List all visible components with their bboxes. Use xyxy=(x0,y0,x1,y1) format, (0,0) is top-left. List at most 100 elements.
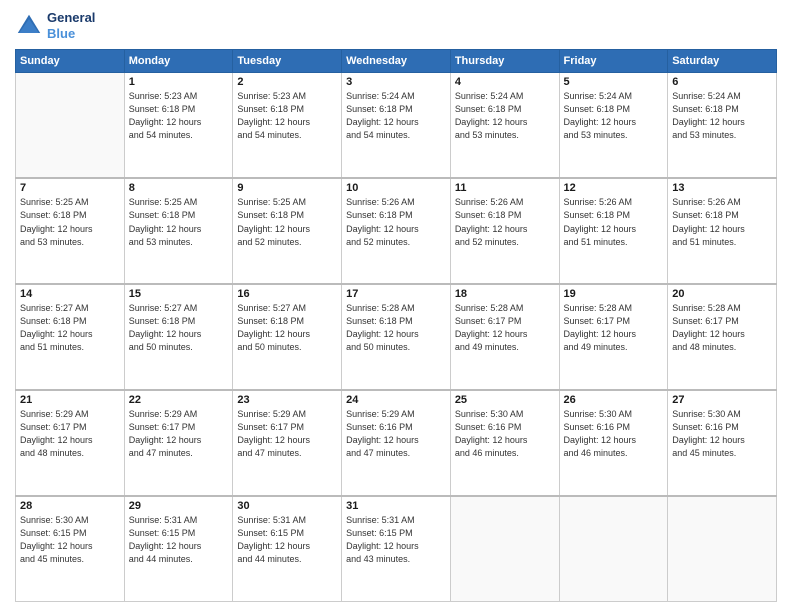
day-info: Sunrise: 5:26 AMSunset: 6:18 PMDaylight:… xyxy=(455,196,555,248)
day-info: Sunrise: 5:29 AMSunset: 6:17 PMDaylight:… xyxy=(237,408,337,460)
calendar-cell: 31Sunrise: 5:31 AMSunset: 6:15 PMDayligh… xyxy=(342,496,451,602)
calendar-cell: 19 Sunrise: 5:28 AMSunset: 6:17 PMDayligh… xyxy=(559,284,668,390)
calendar-cell xyxy=(559,496,668,602)
day-info: Sunrise: 5:27 AMSunset: 6:18 PMDaylight:… xyxy=(237,302,337,354)
day-info: Sunrise: 5:24 AMSunset: 6:18 PMDaylight:… xyxy=(564,90,664,142)
day-number: 1 xyxy=(129,76,229,88)
day-number: 15 xyxy=(129,288,229,300)
day-number: 17 xyxy=(346,288,446,300)
day-number: 2 xyxy=(237,76,337,88)
calendar-cell: 15 Sunrise: 5:27 AMSunset: 6:18 PMDayligh… xyxy=(124,284,233,390)
weekday-header-thursday: Thursday xyxy=(450,50,559,73)
day-number: 9 xyxy=(237,182,337,194)
day-number: 23 xyxy=(237,394,337,406)
calendar-cell: 9 Sunrise: 5:25 AMSunset: 6:18 PMDaylight… xyxy=(233,178,342,284)
day-info: Sunrise: 5:27 AMSunset: 6:18 PMDaylight:… xyxy=(129,302,229,354)
calendar-cell: 8 Sunrise: 5:25 AMSunset: 6:18 PMDaylight… xyxy=(124,178,233,284)
day-number: 28 xyxy=(20,500,120,512)
day-info: Sunrise: 5:23 AMSunset: 6:18 PMDaylight:… xyxy=(129,90,229,142)
calendar-cell: 1 Sunrise: 5:23 AMSunset: 6:18 PMDaylight… xyxy=(124,73,233,179)
day-number: 22 xyxy=(129,394,229,406)
day-info: Sunrise: 5:29 AMSunset: 6:16 PMDaylight:… xyxy=(346,408,446,460)
weekday-header-tuesday: Tuesday xyxy=(233,50,342,73)
day-number: 13 xyxy=(672,182,772,194)
calendar-cell xyxy=(450,496,559,602)
day-number: 24 xyxy=(346,394,446,406)
weekday-header-sunday: Sunday xyxy=(16,50,125,73)
day-number: 8 xyxy=(129,182,229,194)
day-info: Sunrise: 5:24 AMSunset: 6:18 PMDaylight:… xyxy=(672,90,772,142)
day-info: Sunrise: 5:28 AMSunset: 6:18 PMDaylight:… xyxy=(346,302,446,354)
day-number: 29 xyxy=(129,500,229,512)
logo-icon xyxy=(15,12,43,40)
day-info: Sunrise: 5:30 AMSunset: 6:16 PMDaylight:… xyxy=(455,408,555,460)
day-info: Sunrise: 5:26 AMSunset: 6:18 PMDaylight:… xyxy=(672,196,772,248)
day-info: Sunrise: 5:30 AMSunset: 6:16 PMDaylight:… xyxy=(672,408,772,460)
calendar-cell: 24 Sunrise: 5:29 AMSunset: 6:16 PMDayligh… xyxy=(342,390,451,496)
day-info: Sunrise: 5:30 AMSunset: 6:16 PMDaylight:… xyxy=(564,408,664,460)
calendar-cell: 20 Sunrise: 5:28 AMSunset: 6:17 PMDayligh… xyxy=(668,284,777,390)
day-info: Sunrise: 5:25 AMSunset: 6:18 PMDaylight:… xyxy=(129,196,229,248)
header: General Blue xyxy=(15,10,777,41)
day-info: Sunrise: 5:23 AMSunset: 6:18 PMDaylight:… xyxy=(237,90,337,142)
calendar-cell: 13 Sunrise: 5:26 AMSunset: 6:18 PMDayligh… xyxy=(668,178,777,284)
day-info: Sunrise: 5:25 AMSunset: 6:18 PMDaylight:… xyxy=(20,196,120,248)
day-info: Sunrise: 5:29 AMSunset: 6:17 PMDaylight:… xyxy=(20,408,120,460)
calendar-cell: 11 Sunrise: 5:26 AMSunset: 6:18 PMDayligh… xyxy=(450,178,559,284)
calendar-cell: 12Sunrise: 5:26 AMSunset: 6:18 PMDayligh… xyxy=(559,178,668,284)
day-number: 4 xyxy=(455,76,555,88)
day-info: Sunrise: 5:24 AMSunset: 6:18 PMDaylight:… xyxy=(455,90,555,142)
day-info: Sunrise: 5:24 AMSunset: 6:18 PMDaylight:… xyxy=(346,90,446,142)
calendar-cell xyxy=(668,496,777,602)
day-info: Sunrise: 5:26 AMSunset: 6:18 PMDaylight:… xyxy=(346,196,446,248)
calendar-cell: 4 Sunrise: 5:24 AMSunset: 6:18 PMDaylight… xyxy=(450,73,559,179)
day-number: 14 xyxy=(20,288,120,300)
calendar-cell: 17 Sunrise: 5:28 AMSunset: 6:18 PMDayligh… xyxy=(342,284,451,390)
day-info: Sunrise: 5:26 AMSunset: 6:18 PMDaylight:… xyxy=(564,196,664,248)
logo-text: General Blue xyxy=(47,10,95,41)
week-row-2: 7 Sunrise: 5:25 AMSunset: 6:18 PMDaylight… xyxy=(16,178,777,284)
calendar-cell xyxy=(16,73,125,179)
day-number: 31 xyxy=(346,500,446,512)
weekday-header-wednesday: Wednesday xyxy=(342,50,451,73)
week-row-5: 28 Sunrise: 5:30 AMSunset: 6:15 PMDayligh… xyxy=(16,496,777,602)
calendar-cell: 30 Sunrise: 5:31 AMSunset: 6:15 PMDayligh… xyxy=(233,496,342,602)
calendar-table: SundayMondayTuesdayWednesdayThursdayFrid… xyxy=(15,49,777,602)
day-info: Sunrise: 5:31 AMSunset: 6:15 PMDaylight:… xyxy=(237,514,337,566)
calendar-cell: 2 Sunrise: 5:23 AMSunset: 6:18 PMDaylight… xyxy=(233,73,342,179)
calendar-cell: 7 Sunrise: 5:25 AMSunset: 6:18 PMDaylight… xyxy=(16,178,125,284)
day-info: Sunrise: 5:28 AMSunset: 6:17 PMDaylight:… xyxy=(672,302,772,354)
day-number: 19 xyxy=(564,288,664,300)
day-number: 16 xyxy=(237,288,337,300)
calendar-cell: 16 Sunrise: 5:27 AMSunset: 6:18 PMDayligh… xyxy=(233,284,342,390)
day-number: 5 xyxy=(564,76,664,88)
day-info: Sunrise: 5:25 AMSunset: 6:18 PMDaylight:… xyxy=(237,196,337,248)
day-info: Sunrise: 5:28 AMSunset: 6:17 PMDaylight:… xyxy=(564,302,664,354)
calendar-cell: 26Sunrise: 5:30 AMSunset: 6:16 PMDayligh… xyxy=(559,390,668,496)
day-number: 21 xyxy=(20,394,120,406)
day-number: 11 xyxy=(455,182,555,194)
weekday-header-saturday: Saturday xyxy=(668,50,777,73)
calendar-cell: 22 Sunrise: 5:29 AMSunset: 6:17 PMDayligh… xyxy=(124,390,233,496)
calendar-cell: 6Sunrise: 5:24 AMSunset: 6:18 PMDaylight… xyxy=(668,73,777,179)
week-row-1: 1 Sunrise: 5:23 AMSunset: 6:18 PMDaylight… xyxy=(16,73,777,179)
day-info: Sunrise: 5:28 AMSunset: 6:17 PMDaylight:… xyxy=(455,302,555,354)
day-info: Sunrise: 5:31 AMSunset: 6:15 PMDaylight:… xyxy=(129,514,229,566)
calendar-cell: 10Sunrise: 5:26 AMSunset: 6:18 PMDayligh… xyxy=(342,178,451,284)
day-info: Sunrise: 5:30 AMSunset: 6:15 PMDaylight:… xyxy=(20,514,120,566)
day-number: 27 xyxy=(672,394,772,406)
day-number: 18 xyxy=(455,288,555,300)
logo: General Blue xyxy=(15,10,95,41)
week-row-3: 14 Sunrise: 5:27 AMSunset: 6:18 PMDayligh… xyxy=(16,284,777,390)
calendar-cell: 23 Sunrise: 5:29 AMSunset: 6:17 PMDayligh… xyxy=(233,390,342,496)
day-number: 7 xyxy=(20,182,120,194)
day-number: 20 xyxy=(672,288,772,300)
calendar-cell: 3 Sunrise: 5:24 AMSunset: 6:18 PMDaylight… xyxy=(342,73,451,179)
weekday-header-monday: Monday xyxy=(124,50,233,73)
day-info: Sunrise: 5:29 AMSunset: 6:17 PMDaylight:… xyxy=(129,408,229,460)
calendar-cell: 25Sunrise: 5:30 AMSunset: 6:16 PMDayligh… xyxy=(450,390,559,496)
calendar-cell: 21 Sunrise: 5:29 AMSunset: 6:17 PMDayligh… xyxy=(16,390,125,496)
day-number: 3 xyxy=(346,76,446,88)
calendar-cell: 28 Sunrise: 5:30 AMSunset: 6:15 PMDayligh… xyxy=(16,496,125,602)
day-number: 30 xyxy=(237,500,337,512)
